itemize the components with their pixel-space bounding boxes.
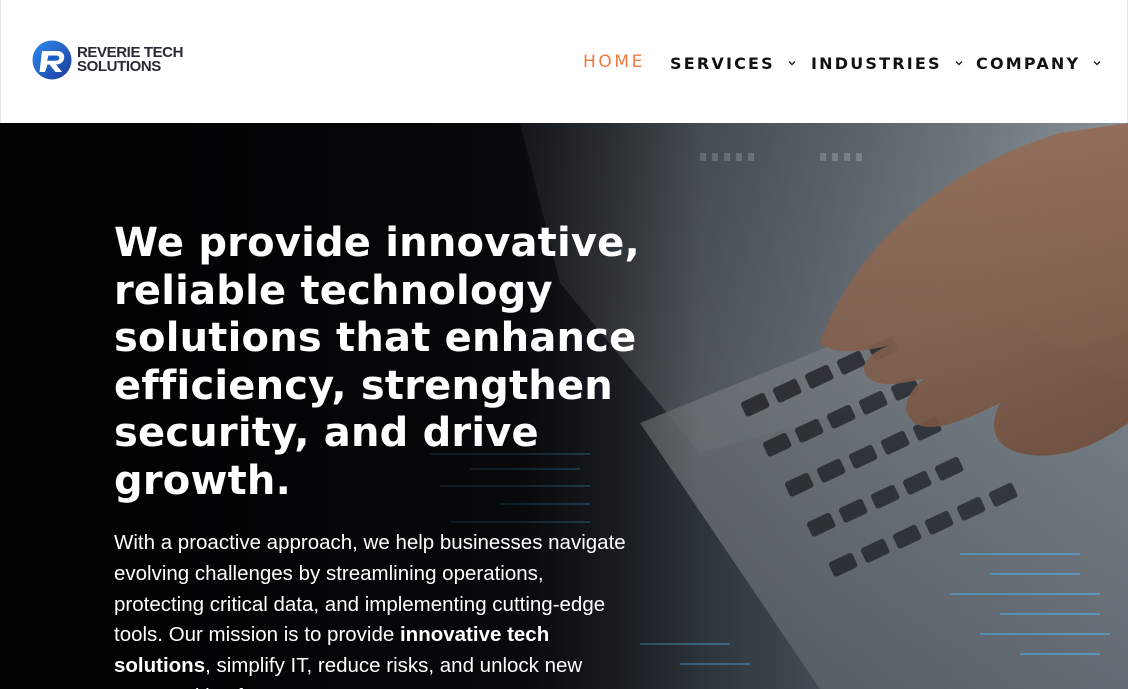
nav-item-services[interactable]: SERVICES [670,51,797,75]
chevron-down-icon [1093,61,1101,66]
nav-company-label: COMPANY [976,53,1081,73]
nav-home-label: HOME [583,52,645,72]
chevron-down-icon [955,61,963,66]
site-header: REVERIE TECH SOLUTIONS HOME SERVICES IND… [0,0,1128,123]
chevron-down-icon [788,61,796,66]
nav-item-industries[interactable]: INDUSTRIES [811,51,964,75]
main-nav: HOME SERVICES INDUSTRIES COMPANY [1,50,1128,76]
nav-item-company[interactable]: COMPANY [976,51,1102,75]
hero-description: With a proactive approach, we help busin… [114,528,639,689]
nav-item-home[interactable]: HOME [583,50,645,74]
hero-title: We provide innovative, reliable technolo… [114,220,640,504]
nav-industries-label: INDUSTRIES [811,53,942,73]
nav-services-label: SERVICES [670,53,775,73]
hero-section: We provide innovative, reliable technolo… [0,123,1128,689]
